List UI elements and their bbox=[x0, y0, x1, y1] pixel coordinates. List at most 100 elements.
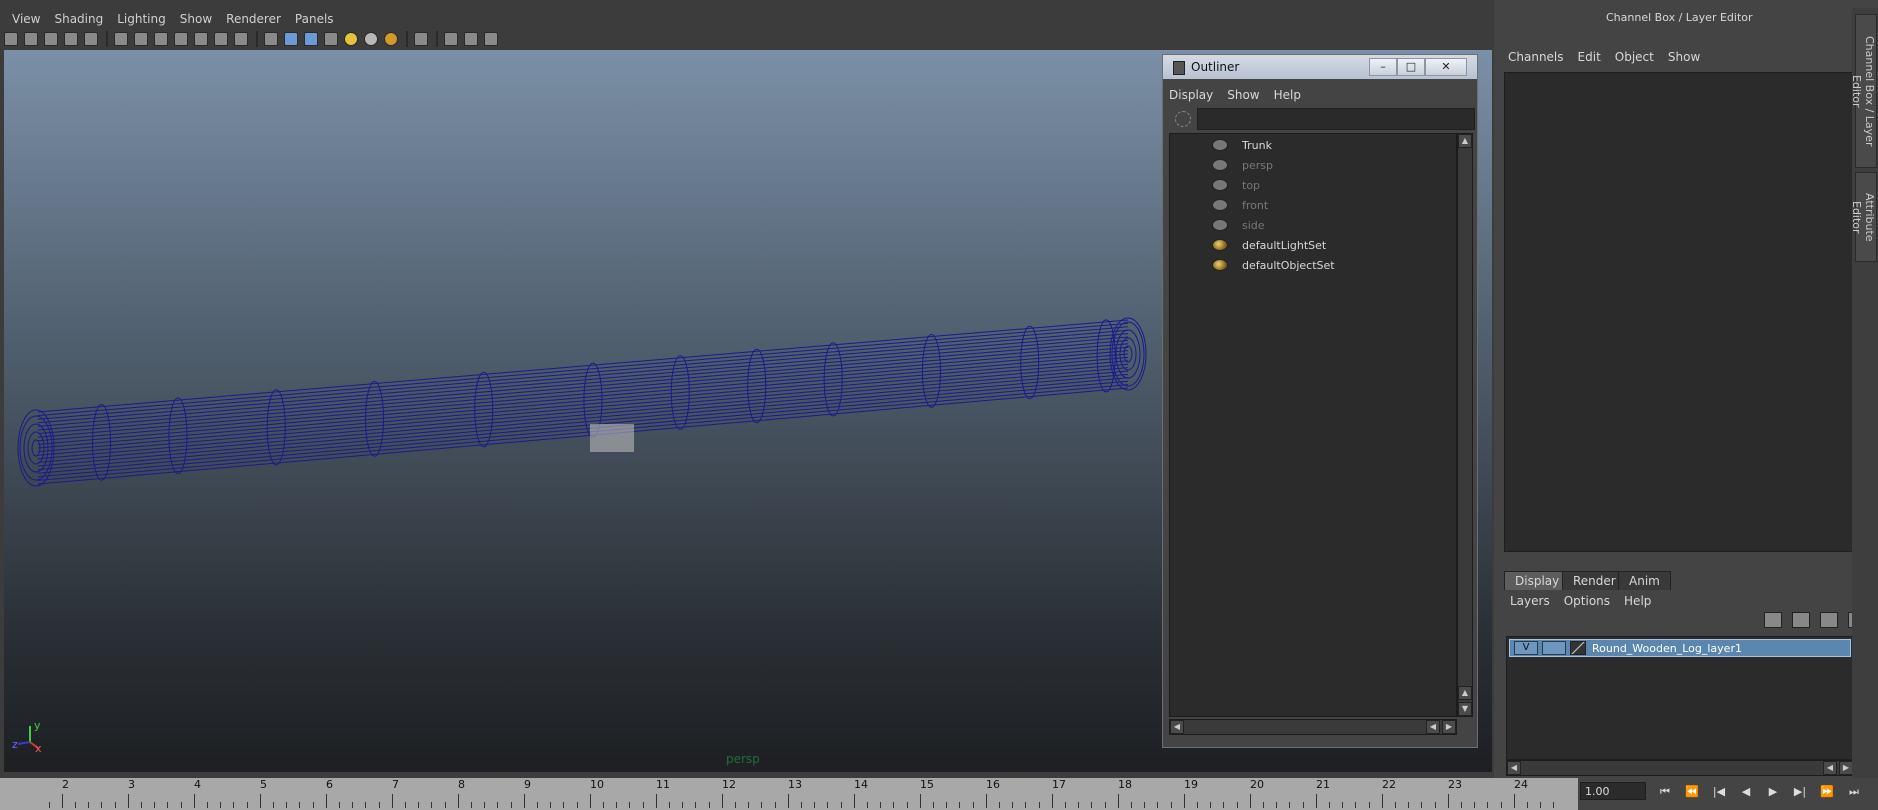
current-frame-field[interactable]: 1.00 bbox=[1580, 782, 1646, 800]
scroll-right-icon[interactable]: ▶ bbox=[1442, 720, 1456, 734]
grid-icon[interactable] bbox=[114, 32, 128, 46]
step-forward-frame-button[interactable]: ▶| bbox=[1789, 784, 1811, 800]
timeline-frame-label: 22 bbox=[1382, 778, 1396, 791]
layer-list[interactable]: V Round_Wooden_Log_layer1 bbox=[1506, 636, 1854, 760]
menu-show[interactable]: Show bbox=[1668, 50, 1700, 64]
scroll-up-icon[interactable]: ▲ bbox=[1458, 134, 1472, 148]
bookmarks-icon[interactable] bbox=[44, 32, 58, 46]
scroll-up-icon[interactable]: ▲ bbox=[1458, 686, 1472, 700]
tab-anim[interactable]: Anim bbox=[1618, 571, 1671, 590]
channel-box-area[interactable] bbox=[1504, 72, 1854, 552]
layer-color-swatch[interactable] bbox=[1570, 641, 1586, 655]
tab-attribute-editor[interactable]: Attribute Editor bbox=[1850, 172, 1877, 262]
menu-lighting[interactable]: Lighting bbox=[117, 12, 166, 26]
outliner-item-top[interactable]: top bbox=[1170, 176, 1456, 194]
tab-channel-box[interactable]: Channel Box / Layer Editor bbox=[1850, 14, 1877, 168]
xray-active-icon[interactable] bbox=[464, 32, 478, 46]
menu-object[interactable]: Object bbox=[1615, 50, 1654, 64]
menu-shading[interactable]: Shading bbox=[54, 12, 103, 26]
menu-channels[interactable]: Channels bbox=[1508, 50, 1564, 64]
menu-view[interactable]: View bbox=[12, 12, 40, 26]
outliner-vertical-scrollbar[interactable]: ▲ ▲ ▼ bbox=[1457, 133, 1473, 717]
layer-horizontal-scrollbar[interactable]: ◀ ◀ ▶ bbox=[1506, 760, 1854, 776]
outliner-item-front[interactable]: front bbox=[1170, 196, 1456, 214]
layer-type-toggle[interactable] bbox=[1542, 641, 1566, 655]
layer-row[interactable]: V Round_Wooden_Log_layer1 bbox=[1509, 639, 1851, 657]
outliner-item-label: persp bbox=[1242, 158, 1273, 172]
lights-icon[interactable] bbox=[344, 32, 358, 46]
menu-show[interactable]: Show bbox=[180, 12, 212, 26]
xray-joints-icon[interactable] bbox=[484, 32, 498, 46]
new-layer-icon[interactable] bbox=[1820, 612, 1838, 628]
smooth-shade-icon[interactable] bbox=[284, 32, 298, 46]
outliner-item-defaultlightset[interactable]: defaultLightSet bbox=[1170, 236, 1456, 254]
timeline-tick bbox=[854, 794, 855, 808]
outliner-menu-help[interactable]: Help bbox=[1274, 88, 1301, 102]
play-forwards-button[interactable]: ▶ bbox=[1762, 784, 1784, 800]
outliner-item-persp[interactable]: persp bbox=[1170, 156, 1456, 174]
timeline-tick bbox=[365, 802, 366, 808]
field-chart-icon[interactable] bbox=[194, 32, 208, 46]
outliner-titlebar[interactable]: Outliner – □ ✕ bbox=[1163, 55, 1477, 79]
minimize-button[interactable]: – bbox=[1369, 58, 1397, 76]
scroll-left-icon[interactable]: ◀ bbox=[1507, 761, 1521, 775]
step-forward-key-button[interactable]: ⏩ bbox=[1816, 784, 1838, 800]
go-to-end-button[interactable]: ⏭ bbox=[1843, 784, 1865, 800]
time-slider[interactable]: 2 3 4 5 6 7 8 9 10 11 12 13 14 15 16 17 18 19 20 21 22 23 24 bbox=[0, 778, 1578, 810]
layer-visibility-toggle[interactable]: V bbox=[1514, 641, 1538, 655]
scroll-left-icon[interactable]: ◀ bbox=[1426, 720, 1440, 734]
play-backwards-button[interactable]: ◀ bbox=[1735, 784, 1757, 800]
step-back-frame-button[interactable]: |◀ bbox=[1708, 784, 1730, 800]
gate-mask-icon[interactable] bbox=[174, 32, 188, 46]
go-to-start-button[interactable]: ⏮ bbox=[1654, 784, 1676, 800]
outliner-tree[interactable]: Trunk persp top front side defaultLightS… bbox=[1169, 133, 1457, 717]
menu-renderer[interactable]: Renderer bbox=[226, 12, 281, 26]
step-back-key-button[interactable]: ⏪ bbox=[1681, 784, 1703, 800]
timeline-tick bbox=[497, 802, 498, 808]
outliner-item-trunk[interactable]: Trunk bbox=[1170, 136, 1456, 154]
outliner-horizontal-scrollbar[interactable]: ◀ ◀ ▶ bbox=[1169, 719, 1457, 735]
xray-icon[interactable] bbox=[444, 32, 458, 46]
select-camera-icon[interactable] bbox=[4, 32, 18, 46]
outliner-item-defaultobjectset[interactable]: defaultObjectSet bbox=[1170, 256, 1456, 274]
film-gate-icon[interactable] bbox=[134, 32, 148, 46]
textured-icon[interactable] bbox=[324, 32, 338, 46]
filter-icon[interactable] bbox=[1175, 111, 1191, 127]
safe-action-icon[interactable] bbox=[214, 32, 228, 46]
timeline-tick bbox=[1039, 802, 1040, 808]
move-layer-up-icon[interactable] bbox=[1764, 612, 1782, 628]
wireframe-icon[interactable] bbox=[264, 32, 278, 46]
scroll-left-icon[interactable]: ◀ bbox=[1170, 720, 1184, 734]
axis-z-label: z bbox=[12, 738, 18, 751]
safe-title-icon[interactable] bbox=[234, 32, 248, 46]
outliner-menu-show[interactable]: Show bbox=[1227, 88, 1259, 102]
outliner-item-side[interactable]: side bbox=[1170, 216, 1456, 234]
menu-panels[interactable]: Panels bbox=[295, 12, 334, 26]
manipulator-handle[interactable] bbox=[590, 424, 634, 452]
tab-display[interactable]: Display bbox=[1504, 571, 1571, 590]
wireframe-on-shaded-icon[interactable] bbox=[304, 32, 318, 46]
outliner-menu-display[interactable]: Display bbox=[1169, 88, 1213, 102]
shadows-icon[interactable] bbox=[364, 32, 378, 46]
menu-edit[interactable]: Edit bbox=[1578, 50, 1601, 64]
menu-options[interactable]: Options bbox=[1564, 594, 1610, 608]
menu-help[interactable]: Help bbox=[1624, 594, 1651, 608]
wire-edge bbox=[37, 333, 1129, 427]
scroll-down-icon[interactable]: ▼ bbox=[1458, 702, 1472, 716]
timeline-frame-label: 15 bbox=[920, 778, 934, 791]
image-plane-icon[interactable] bbox=[64, 32, 78, 46]
high-quality-icon[interactable] bbox=[384, 32, 398, 46]
maximize-button[interactable]: □ bbox=[1397, 58, 1425, 76]
scroll-right-icon[interactable]: ▶ bbox=[1839, 761, 1853, 775]
scroll-left-icon[interactable]: ◀ bbox=[1823, 761, 1837, 775]
resolution-gate-icon[interactable] bbox=[154, 32, 168, 46]
isolate-select-icon[interactable] bbox=[414, 32, 428, 46]
2d-pan-zoom-icon[interactable] bbox=[84, 32, 98, 46]
move-layer-down-icon[interactable] bbox=[1792, 612, 1810, 628]
camera-attributes-icon[interactable] bbox=[24, 32, 38, 46]
menu-layers[interactable]: Layers bbox=[1510, 594, 1550, 608]
outliner-search-input[interactable] bbox=[1197, 108, 1475, 130]
wire-edge bbox=[37, 370, 1129, 467]
close-button[interactable]: ✕ bbox=[1425, 58, 1467, 76]
camera-label: persp bbox=[726, 752, 760, 766]
